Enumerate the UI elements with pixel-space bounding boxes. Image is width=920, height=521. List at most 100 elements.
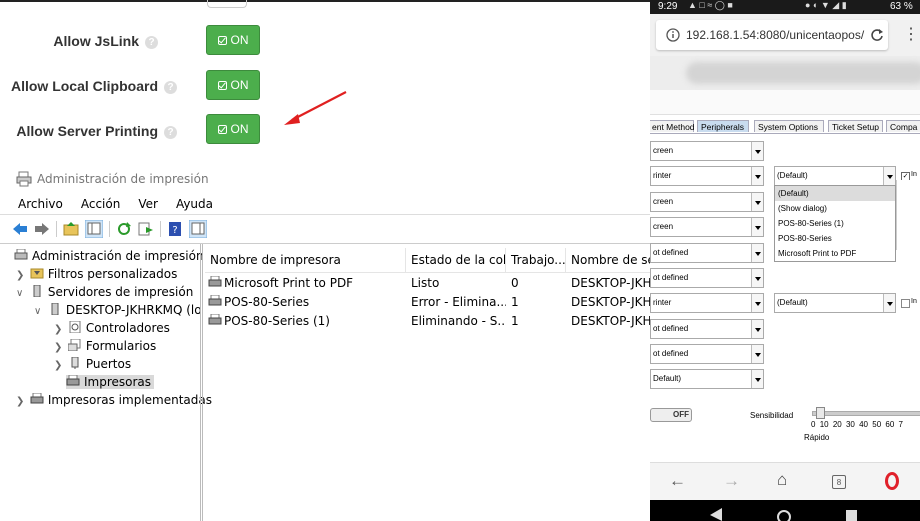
help-icon[interactable]: ? [164,81,177,94]
dropdown-option[interactable]: POS-80-Series (1) [775,216,895,231]
device-select[interactable]: rinter [650,293,764,313]
menu-ayuda[interactable]: Ayuda [176,197,213,211]
chevron-right-icon[interactable]: ❯ [16,270,26,281]
slider-track [812,411,920,416]
table-row[interactable]: POS-80-Series (1) Eliminando - S... 1 DE… [205,312,650,331]
splitter[interactable] [200,244,203,521]
opera-menu-icon[interactable] [885,472,899,490]
tab-payment-method[interactable]: ent Method [650,120,695,132]
tree-item-filters[interactable]: ❯ Filtros personalizados [16,267,177,281]
tabs-icon[interactable]: 8 [832,475,846,489]
home-icon[interactable]: ⌂ [777,470,787,490]
column-header[interactable]: Estado de la cola [406,248,506,272]
help-book-icon[interactable]: ? [167,221,183,237]
forms-icon [67,339,81,351]
reload-icon[interactable] [870,27,884,43]
printer-app-icon [16,171,32,187]
tab-system-options[interactable]: System Options [754,120,824,132]
tab-peripherals[interactable]: Peripherals [697,120,749,132]
folder-up-icon[interactable] [63,221,79,237]
slider-thumb[interactable] [816,407,825,419]
menu-accion[interactable]: Acción [81,197,120,211]
chevron-right-icon[interactable]: ❯ [54,342,64,353]
nav-home-icon[interactable] [776,508,792,521]
device-select[interactable]: ot defined [650,268,764,288]
tree-item-drivers[interactable]: ❯ Controladores [54,321,170,335]
forward-icon[interactable]: → [723,471,740,491]
overflow-menu-icon[interactable]: ⋮ [903,24,919,44]
chevron-right-icon[interactable]: ❯ [16,396,26,407]
tree-item-root[interactable]: Administración de impresión [14,249,204,263]
help-icon[interactable]: ? [164,126,177,139]
sensitivity-slider[interactable] [812,407,920,421]
printer-select[interactable]: (Default) [774,293,896,313]
tree-item-desktop[interactable]: ∨ DESKTOP-JKHRKMQ (lo [34,303,202,317]
tree-item-printers[interactable]: Impresoras [66,375,155,389]
window-titlebar: Administración de impresión [16,171,209,187]
menu-archivo[interactable]: Archivo [18,197,63,211]
drivers-icon [69,321,81,333]
scale-toggle[interactable]: OFF [650,408,692,422]
action-pane-icon[interactable] [189,220,207,238]
device-select[interactable]: creen [650,141,764,161]
column-header[interactable]: Nombre de ser [566,248,650,272]
table-row[interactable]: Microsoft Print to PDF Listo 0 DESKTOP-J… [205,274,650,293]
export-list-icon[interactable] [138,221,154,237]
forward-arrow-icon[interactable] [34,221,50,237]
column-header[interactable]: Trabajo... [506,248,566,272]
sensitivity-label: Sensibilidad [750,411,794,420]
chevron-down-icon [751,244,763,262]
allow-jslink-toggle[interactable]: ON [206,25,260,55]
refresh-icon[interactable] [116,221,132,237]
chevron-down-icon [751,218,763,236]
tab-company[interactable]: Compa [886,120,920,132]
printer-select-open[interactable]: (Default) [774,166,896,186]
jobs-cell: 0 [511,276,519,290]
allow-printing-toggle[interactable]: ON [206,114,260,144]
column-header[interactable]: Nombre de impresora [205,248,406,272]
info-icon[interactable] [666,28,680,42]
partial-button [207,0,247,8]
device-select[interactable]: Default) [650,369,764,389]
back-arrow-icon[interactable] [12,221,28,237]
address-bar[interactable]: 192.168.1.54:8080/unicentaopos/ [656,20,888,50]
chevron-down-icon [751,294,763,312]
toggle-label: OFF [673,410,689,419]
blurred-logo [686,62,920,84]
table-row[interactable]: POS-80-Series Error - Elimina... 1 DESKT… [205,293,650,312]
device-select[interactable]: ot defined [650,319,764,339]
chevron-down-icon[interactable]: ∨ [16,288,26,299]
checkbox[interactable] [901,299,910,308]
tree-item-ports[interactable]: ❯ Puertos [54,357,131,371]
device-select[interactable]: creen [650,217,764,237]
back-icon[interactable]: ← [669,471,686,491]
dropdown-option[interactable]: (Default) [775,186,895,201]
device-select[interactable]: rinter [650,166,764,186]
tab-ticket-setup[interactable]: Ticket Setup [828,120,883,132]
menu-ver[interactable]: Ver [138,197,158,211]
url-text: 192.168.1.54:8080/unicentaopos/ [686,28,865,42]
check-icon [217,124,227,134]
dropdown-option[interactable]: POS-80-Series [775,231,895,246]
nav-back-icon[interactable] [708,508,724,521]
chevron-right-icon[interactable]: ❯ [54,324,64,335]
device-select[interactable]: ot defined [650,243,764,263]
nav-recents-icon[interactable] [846,510,858,521]
dropdown-option[interactable]: (Show dialog) [775,201,895,216]
tree-item-servers[interactable]: ∨ Servidores de impresión [16,285,193,299]
show-hide-tree-icon[interactable] [85,220,103,238]
device-select[interactable]: ot defined [650,344,764,364]
check-icon [217,80,227,90]
allow-clipboard-toggle[interactable]: ON [206,70,260,100]
device-select[interactable]: creen [650,192,764,212]
tree-item-deployed[interactable]: ❯ Impresoras implementadas [16,393,212,407]
tree-item-forms[interactable]: ❯ Formularios [54,339,156,353]
jobs-cell: 1 [511,314,519,328]
chevron-right-icon[interactable]: ❯ [54,360,64,371]
chevron-down-icon[interactable]: ∨ [34,306,44,317]
signal-icons: ● ◐ ▼ ◢ ▮ [805,0,847,10]
chevron-down-icon [883,167,895,185]
help-icon[interactable]: ? [145,36,158,49]
allow-printing-row: Allow Server Printing? [16,123,177,139]
dropdown-option[interactable]: Microsoft Print to PDF [775,246,895,261]
